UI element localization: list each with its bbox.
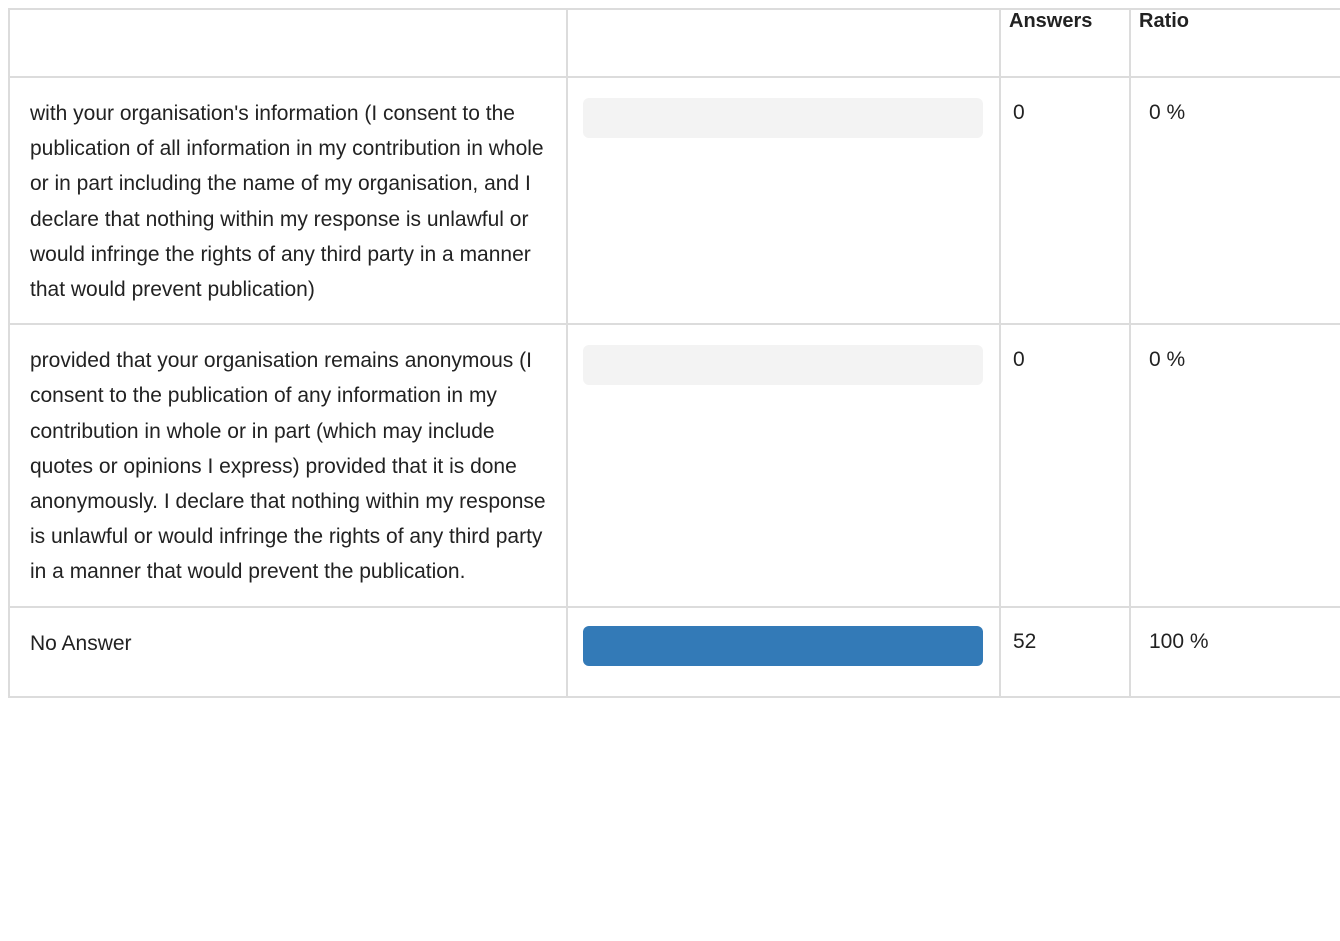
answers-ratio: 0 %	[1129, 75, 1340, 326]
results-table-body: with your organisation's information (I …	[8, 75, 1340, 698]
answers-ratio: 100 %	[1129, 605, 1340, 698]
ratio-bar-cell	[566, 75, 1001, 326]
results-table: Answers Ratio with your organisation's i…	[8, 8, 1340, 698]
header-row: Answers Ratio	[8, 8, 1340, 78]
answer-option-label: No Answer	[8, 605, 568, 698]
ratio-bar-track	[583, 625, 983, 666]
ratio-bar-cell	[566, 323, 1001, 608]
ratio-bar-track	[583, 98, 983, 138]
header-bar-cell	[566, 8, 1001, 78]
table-row: provided that your organisation remains …	[8, 323, 1340, 608]
ratio-bar-track	[583, 345, 983, 386]
answers-count: 0	[999, 75, 1131, 326]
header-ratio: Ratio	[1129, 8, 1340, 78]
ratio-bar-fill	[583, 625, 983, 666]
answer-option-label: with your organisation's information (I …	[8, 75, 568, 326]
table-row: with your organisation's information (I …	[8, 75, 1340, 326]
answer-option-label: provided that your organisation remains …	[8, 323, 568, 608]
answers-count: 0	[999, 323, 1131, 608]
ratio-bar-cell	[566, 605, 1001, 698]
header-answers: Answers	[999, 8, 1131, 78]
answers-ratio: 0 %	[1129, 323, 1340, 608]
header-label-cell	[8, 8, 568, 78]
results-table-header: Answers Ratio	[8, 8, 1340, 78]
table-row: No Answer 52 100 %	[8, 605, 1340, 698]
answers-count: 52	[999, 605, 1131, 698]
